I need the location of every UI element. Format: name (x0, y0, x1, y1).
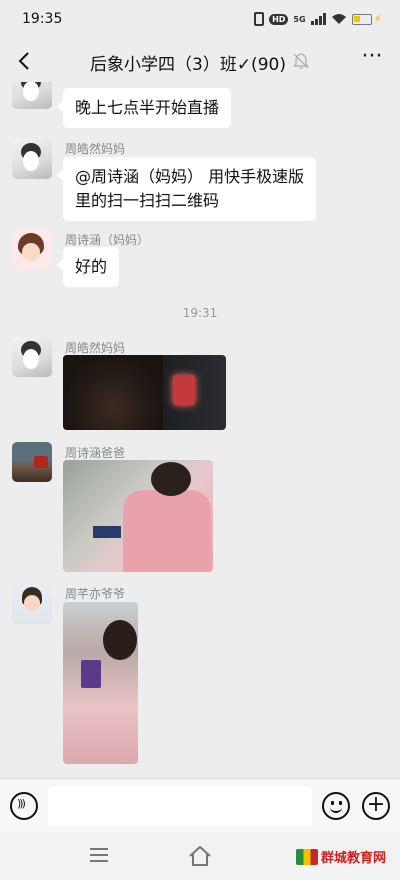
voice-icon[interactable] (10, 792, 38, 820)
image-message[interactable] (63, 602, 138, 764)
message-bubble[interactable]: 晚上七点半开始直播 (56, 88, 232, 128)
group-title: 后象小学四（3）班✓(90) (90, 55, 286, 75)
status-bar: 19:35 HD 5G ⚡ (0, 0, 400, 40)
photo-content (63, 355, 163, 430)
book-icon (296, 848, 318, 865)
watermark-text: 群城教育网 (321, 851, 387, 866)
input-bar: + (0, 778, 400, 833)
sender-name: 周诗涵爸爸 (65, 446, 126, 460)
message-text-line: 里的扫一扫扫二维码 (75, 191, 220, 210)
status-time: 19:35 (22, 11, 63, 27)
back-button[interactable] (10, 46, 40, 76)
hd-icon: HD (269, 13, 289, 25)
message-text-line: @周诗涵（妈妈） 用快手极速版 (75, 167, 305, 186)
battery-icon (351, 13, 372, 25)
sender-name: 周诗涵（妈妈） (65, 233, 150, 247)
chat-header: 后象小学四（3）班✓(90) ··· (0, 40, 400, 82)
avatar[interactable] (12, 82, 52, 109)
sender-name: 周皓然妈妈 (65, 341, 126, 355)
sender-name: 周皓然妈妈 (65, 142, 126, 156)
message-bubble[interactable]: @周诗涵（妈妈） 用快手极速版 里的扫一扫扫二维码 (56, 157, 317, 221)
avatar[interactable] (12, 442, 52, 482)
image-message[interactable] (63, 460, 213, 572)
photo-content (123, 490, 211, 572)
watermark-logo: 群城教育网 (296, 847, 386, 866)
menu-icon[interactable] (90, 848, 108, 862)
system-nav-bar: 群城教育网 (0, 833, 400, 880)
image-message[interactable] (63, 355, 226, 430)
photo-content (93, 526, 121, 538)
time-divider: 19:31 (182, 306, 218, 320)
plus-icon[interactable]: + (362, 792, 390, 820)
photo-content (103, 620, 137, 660)
photo-content (81, 660, 101, 688)
avatar[interactable] (12, 337, 52, 377)
wifi-icon (331, 14, 346, 24)
message-bubble[interactable]: 好的 (56, 247, 120, 287)
emoji-icon[interactable] (322, 792, 350, 820)
status-icons: HD 5G ⚡ (254, 12, 382, 26)
home-icon[interactable] (188, 845, 212, 867)
photo-content (151, 462, 191, 496)
message-list[interactable]: 晚上七点半开始直播 周皓然妈妈 @周诗涵（妈妈） 用快手极速版 里的扫一扫扫二维… (0, 82, 400, 778)
message-input[interactable] (48, 786, 312, 826)
network-type: 5G (293, 14, 306, 24)
avatar[interactable] (12, 584, 52, 624)
avatar[interactable] (12, 139, 52, 179)
vibrate-icon (254, 12, 265, 26)
avatar[interactable] (12, 230, 52, 270)
emoji-eye (331, 801, 334, 805)
emoji-mouth (330, 806, 342, 813)
bell-off-icon (293, 53, 309, 69)
sender-name: 周芊亦爷爷 (65, 587, 126, 601)
charging-icon: ⚡ (373, 12, 382, 26)
emoji-eye (339, 801, 342, 805)
signal-icon (310, 13, 326, 25)
message-text: 晚上七点半开始直播 (75, 98, 220, 117)
message-text: 好的 (75, 257, 108, 276)
more-options-button[interactable]: ··· (358, 46, 386, 74)
photo-content (173, 375, 195, 405)
